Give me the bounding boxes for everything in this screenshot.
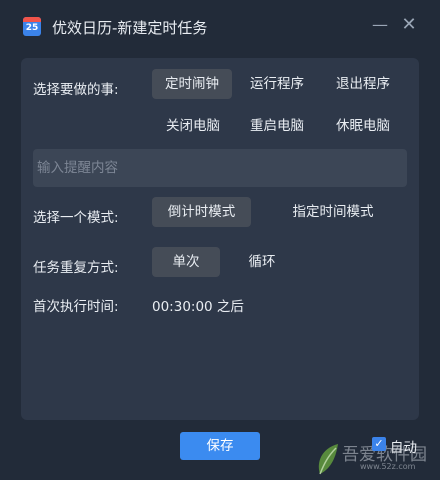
close-icon[interactable]: ✕ [399, 14, 419, 36]
first-run-value: 00:30:00 之后 [152, 299, 244, 315]
task-form-panel: 选择要做的事: 定时闹钟 运行程序 退出程序 关闭电脑 重启电脑 休眠电脑 选择… [21, 58, 419, 420]
leaf-logo-icon [318, 444, 338, 475]
mode-label: 选择一个模式: [33, 210, 119, 226]
reminder-input-box[interactable] [33, 149, 407, 187]
task-label: 选择要做的事: [33, 82, 119, 98]
option-loop[interactable]: 循环 [238, 247, 286, 277]
option-exit-program[interactable]: 退出程序 [325, 69, 401, 99]
option-restart[interactable]: 重启电脑 [240, 111, 314, 141]
autostart-label: 自动 [390, 440, 417, 456]
autostart-checkbox[interactable]: ✓ [372, 437, 386, 451]
minimize-icon[interactable]: — [370, 14, 390, 36]
first-run-label: 首次执行时间: [33, 299, 119, 315]
save-button[interactable]: 保存 [180, 432, 260, 460]
option-alarm[interactable]: 定时闹钟 [152, 69, 232, 99]
reminder-input[interactable] [33, 149, 407, 187]
option-specific-time-mode[interactable]: 指定时间模式 [283, 197, 383, 227]
repeat-label: 任务重复方式: [33, 260, 119, 276]
option-countdown-mode[interactable]: 倒计时模式 [152, 197, 251, 227]
title-bar: 25 优效日历-新建定时任务 — ✕ [0, 0, 440, 56]
option-hibernate[interactable]: 休眠电脑 [325, 111, 401, 141]
option-shutdown[interactable]: 关闭电脑 [155, 111, 231, 141]
window-title: 优效日历-新建定时任务 [52, 19, 208, 37]
calendar-app-icon: 25 [23, 17, 41, 36]
option-once[interactable]: 单次 [152, 247, 220, 277]
option-run-program[interactable]: 运行程序 [240, 69, 314, 99]
watermark-url: www.52z.com [360, 462, 416, 471]
